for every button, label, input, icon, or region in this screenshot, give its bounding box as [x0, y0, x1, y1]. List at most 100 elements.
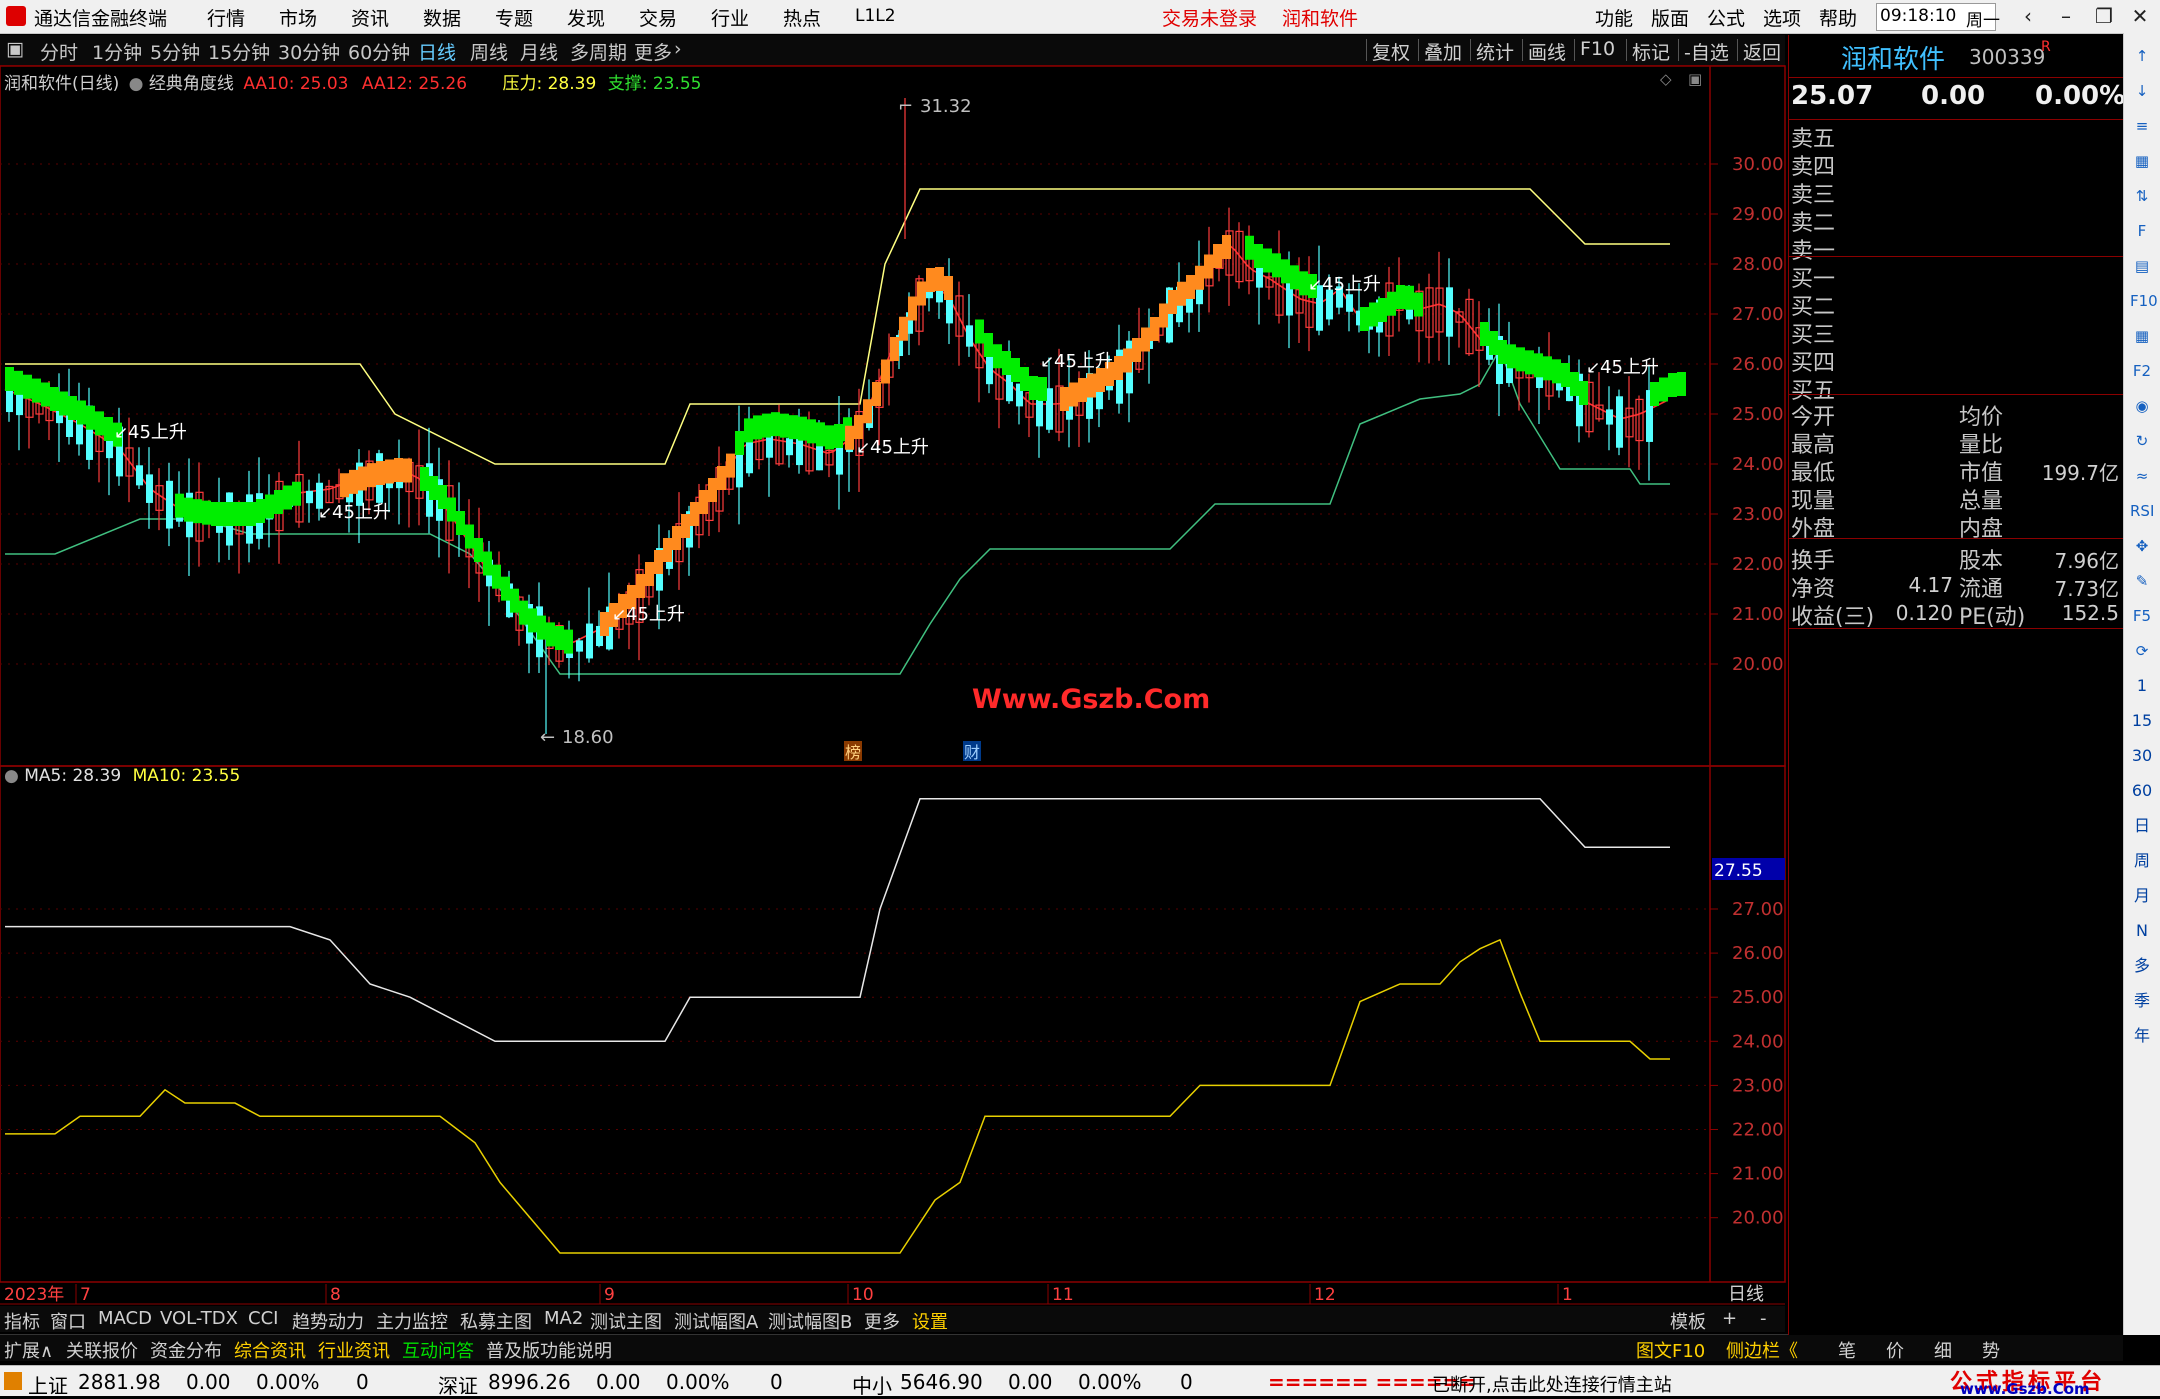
tab-xi[interactable]: 细	[1934, 1337, 1952, 1363]
period-season-icon[interactable]: 季	[2130, 990, 2154, 1012]
connection-message[interactable]: 已断开,点击此处连接行情主站	[1432, 1371, 1672, 1397]
tab-tuwen-f10[interactable]: 图文F10	[1636, 1337, 1705, 1363]
tab-puji[interactable]: 普及版功能说明	[486, 1337, 612, 1363]
panel-icon[interactable]: ▦	[2130, 325, 2154, 347]
rising-band	[403, 458, 412, 483]
tab-qushi[interactable]: 趋势动力	[292, 1308, 364, 1334]
rising-band	[681, 514, 690, 538]
period-60-icon[interactable]: 60	[2130, 780, 2154, 802]
tab-bi[interactable]: 笔	[1838, 1337, 1856, 1363]
tab-ceshi-futu-a[interactable]: 测试幅图A	[674, 1308, 758, 1334]
tab-zijin[interactable]: 资金分布	[150, 1337, 222, 1363]
f2-icon[interactable]: F2	[2130, 360, 2154, 382]
rising-band	[600, 612, 609, 636]
period-n-icon[interactable]: N	[2130, 920, 2154, 942]
period-day-icon[interactable]: 日	[2130, 815, 2154, 837]
f-icon[interactable]: F	[2130, 220, 2154, 242]
tab-zhibiao[interactable]: 指标	[4, 1308, 40, 1334]
period-multi-icon[interactable]: 多	[2130, 955, 2154, 977]
tab-kuozhan[interactable]: 扩展∧	[4, 1337, 53, 1363]
rsi-icon[interactable]: RSI	[2130, 500, 2154, 522]
f10-icon[interactable]: F10	[2130, 290, 2158, 312]
tab-zhuli[interactable]: 主力监控	[376, 1308, 448, 1334]
falling-band	[32, 378, 41, 403]
tab-ceshi-zhutu[interactable]: 测试主图	[590, 1308, 662, 1334]
falling-band	[220, 502, 229, 526]
tab-macd[interactable]: MACD	[98, 1308, 152, 1329]
falling-band	[984, 333, 993, 357]
tab-hudong[interactable]: 互动问答	[402, 1337, 474, 1363]
restore-icon[interactable]: ❐	[2088, 2, 2120, 30]
falling-band	[265, 494, 274, 519]
list-icon[interactable]: ≡	[2130, 115, 2154, 137]
weekday: 周一	[1966, 11, 2000, 31]
candle-body	[1256, 266, 1263, 288]
tab-vol-tdx[interactable]: VOL-TDX	[160, 1308, 238, 1329]
falling-band	[59, 391, 68, 416]
extension-tab-bar: 扩展∧ 关联报价 资金分布 综合资讯 行业资讯 互动问答 普及版功能说明 图文F…	[0, 1334, 2123, 1363]
tab-ceshi-futu-b[interactable]: 测试幅图B	[768, 1308, 852, 1334]
tab-minus[interactable]: -	[1760, 1308, 1767, 1329]
tab-guanlian[interactable]: 关联报价	[66, 1337, 138, 1363]
falling-band	[798, 416, 807, 441]
sort-icon[interactable]: ⇅	[2130, 185, 2154, 207]
marker-cai[interactable]: 财	[964, 743, 980, 762]
pencil-icon[interactable]: ✎	[2130, 570, 2154, 592]
rising-band	[385, 459, 394, 484]
target-icon[interactable]: ◉	[2130, 395, 2154, 417]
up-icon[interactable]: ↑	[2130, 45, 2154, 67]
menu-bangzhu[interactable]: 帮助	[1819, 4, 1857, 31]
tab-zonghe[interactable]: 综合资讯	[234, 1337, 306, 1363]
tab-shi[interactable]: 势	[1982, 1337, 2000, 1363]
refresh-icon[interactable]: ↻	[2130, 430, 2154, 452]
tab-ma2[interactable]: MA2	[544, 1308, 583, 1329]
quote-stock-code: 300339	[1969, 45, 2046, 69]
falling-band	[483, 551, 492, 576]
tab-chuangkou[interactable]: 窗口	[50, 1308, 86, 1334]
falling-band	[510, 588, 519, 613]
brand-url: www.Gszb.Com	[1960, 1380, 2090, 1398]
tab-jia[interactable]: 价	[1886, 1337, 1904, 1363]
period-15-icon[interactable]: 15	[2130, 710, 2154, 732]
period-year-icon[interactable]: 年	[2130, 1025, 2154, 1047]
rising-band	[890, 337, 899, 361]
period-1-icon[interactable]: 1	[2130, 675, 2154, 697]
x-month-label: 9	[604, 1285, 615, 1305]
tab-hangye[interactable]: 行业资讯	[318, 1337, 390, 1363]
rising-band	[708, 478, 717, 502]
cycle-icon[interactable]: ⟳	[2130, 640, 2154, 662]
tab-shezhi[interactable]: 设置	[912, 1308, 948, 1334]
period-month-icon[interactable]: 月	[2130, 885, 2154, 907]
falling-band	[1396, 285, 1405, 309]
grid-icon[interactable]: ▦	[2130, 150, 2154, 172]
period-30-icon[interactable]: 30	[2130, 745, 2154, 767]
tab-simu[interactable]: 私募主图	[460, 1308, 532, 1334]
wave-icon[interactable]: ≈	[2130, 465, 2154, 487]
back-icon[interactable]: ‹	[2012, 2, 2044, 30]
tab-cebianlan[interactable]: 侧边栏《	[1726, 1337, 1798, 1363]
y-tick-label: 27.00	[1732, 304, 1784, 325]
f5-icon[interactable]: F5	[2130, 605, 2154, 627]
angle-label-arrow: ↙	[318, 503, 332, 523]
tab-cci[interactable]: CCI	[248, 1308, 278, 1329]
y-tick-label: 26.00	[1732, 943, 1784, 964]
fund-shouyi: 收益(三)	[1791, 605, 1875, 630]
move-icon[interactable]: ✥	[2130, 535, 2154, 557]
sub-current-tag: 27.55	[1714, 861, 1763, 881]
rising-band	[1060, 387, 1069, 411]
tab-plus[interactable]: +	[1722, 1308, 1737, 1329]
close-icon[interactable]: ✕	[2124, 2, 2156, 30]
tab-moban[interactable]: 模板	[1670, 1308, 1706, 1334]
tab-gengduo[interactable]: 更多	[864, 1308, 900, 1334]
falling-band	[456, 511, 465, 535]
y-tick-label: 24.00	[1732, 1031, 1784, 1052]
table-icon[interactable]: ▤	[2130, 255, 2154, 277]
angle-label: 45上升	[1322, 274, 1381, 295]
kline-chart[interactable]: ↙ 45上升↙ 45上升↙ 45上升↙ 45上升↙ 45上升↙ 45上升↙ 45上升 ⌐ 31…	[0, 0, 1788, 1320]
index-sz-value: 8996.26	[488, 1370, 571, 1394]
down-icon[interactable]: ↓	[2130, 80, 2154, 102]
minimize-icon[interactable]: –	[2050, 2, 2082, 30]
candle-body	[136, 465, 143, 486]
period-week-icon[interactable]: 周	[2130, 850, 2154, 872]
marker-bang[interactable]: 榜	[845, 743, 861, 762]
